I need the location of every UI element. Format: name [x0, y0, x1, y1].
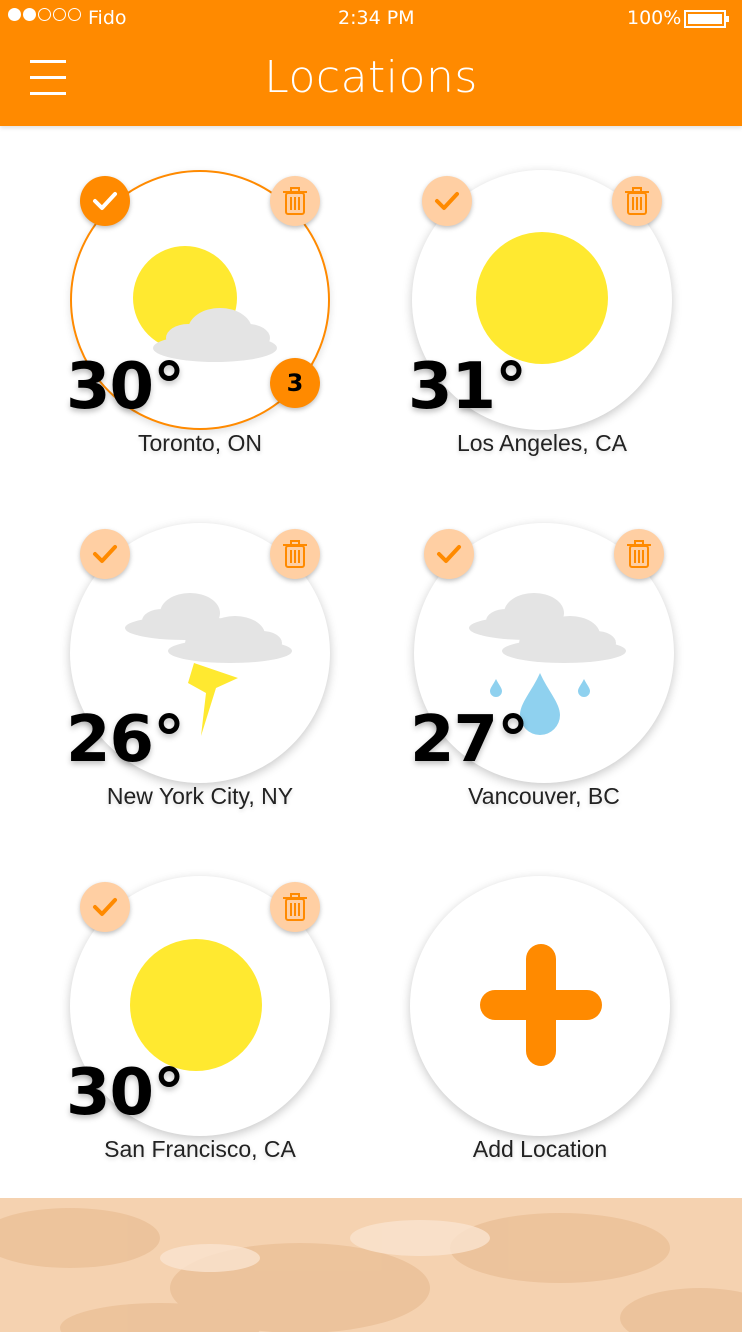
battery-percent: 100% — [627, 7, 682, 29]
temperature: 30° — [66, 350, 185, 424]
select-check-button[interactable] — [80, 529, 130, 579]
app-header: Fido 2:34 PM 100% Locations — [0, 0, 742, 126]
trash-icon — [283, 893, 307, 921]
select-check-button[interactable] — [422, 176, 472, 226]
checkmark-icon — [435, 192, 459, 210]
select-check-button[interactable] — [424, 529, 474, 579]
temperature: 30° — [66, 1056, 185, 1130]
delete-button[interactable] — [270, 882, 320, 932]
status-time: 2:34 PM — [338, 7, 415, 29]
checkmark-icon — [93, 898, 117, 916]
city-name: Los Angeles, CA — [456, 430, 628, 456]
plus-icon — [480, 944, 602, 1066]
city-name: San Francisco, CA — [104, 1136, 296, 1162]
checkmark-icon — [93, 192, 117, 210]
city-name: New York City, NY — [106, 783, 294, 809]
city-name: Toronto, ON — [138, 430, 262, 456]
background-photo — [0, 1198, 742, 1332]
location-card-new-york: 26° New York City, NY — [60, 513, 350, 843]
location-card-vancouver: 27° Vancouver, BC — [404, 513, 694, 843]
delete-button[interactable] — [612, 176, 662, 226]
temperature: 27° — [410, 703, 529, 777]
add-location-card: Add Location — [400, 866, 690, 1196]
location-card-los-angeles: 31° Los Angeles, CA — [402, 160, 692, 490]
trash-icon — [283, 187, 307, 215]
status-bar: Fido 2:34 PM 100% — [0, 0, 742, 38]
select-check-button[interactable] — [80, 176, 130, 226]
delete-button[interactable] — [614, 529, 664, 579]
trash-icon — [625, 187, 649, 215]
page-title: Locations — [264, 52, 478, 103]
trash-icon — [283, 540, 307, 568]
carrier-name: Fido — [88, 7, 127, 29]
temperature: 31° — [408, 350, 527, 424]
location-card-san-francisco: 30° San Francisco, CA — [60, 866, 350, 1196]
delete-button[interactable] — [270, 176, 320, 226]
temperature: 26° — [66, 703, 185, 777]
delete-button[interactable] — [270, 529, 320, 579]
add-location-label: Add Location — [472, 1136, 608, 1162]
trash-icon — [627, 540, 651, 568]
select-check-button[interactable] — [80, 882, 130, 932]
location-card-toronto: 30° Toronto, ON 3 — [60, 160, 350, 490]
checkmark-icon — [93, 545, 117, 563]
checkmark-icon — [437, 545, 461, 563]
signal-strength-icon — [8, 8, 81, 21]
notification-count-badge: 3 — [270, 358, 320, 408]
city-name: Vancouver, BC — [468, 783, 620, 809]
battery-icon — [684, 10, 729, 28]
